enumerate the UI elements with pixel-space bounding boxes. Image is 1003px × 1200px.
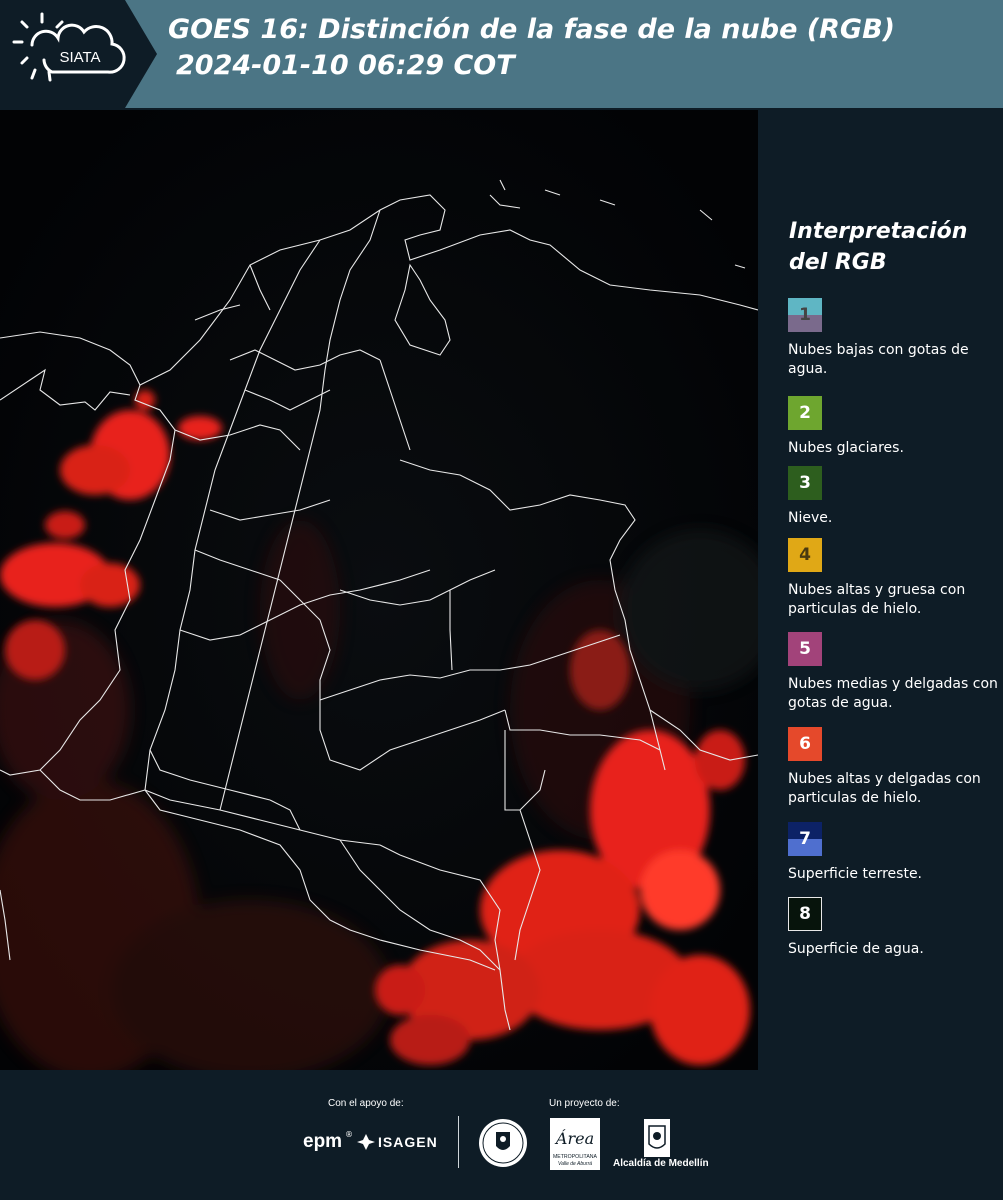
legend-item-7: 7 Superficie terreste. (788, 822, 998, 884)
legend-item-2: 2 Nubes glaciares. (788, 396, 998, 458)
legend-item-8: 8 Superficie de agua. (788, 897, 998, 959)
legend-panel: Interpretación del RGB 1 Nubes bajas con … (760, 110, 1003, 1070)
legend-label: Nieve. (788, 510, 833, 526)
legend-label: Nubes altas y gruesa con particulas de h… (788, 582, 966, 617)
legend-swatch: 2 (788, 396, 822, 430)
satellite-image (0, 110, 758, 1070)
legend-label: Nubes glaciares. (788, 440, 904, 456)
logo-text: SIATA (59, 49, 100, 66)
legend-swatch: 3 (788, 466, 822, 500)
legend-item-3: 3 Nieve. (788, 466, 998, 528)
registered-icon: ® (345, 1130, 353, 1139)
legend-swatch: 7 (788, 822, 822, 856)
legend-label: Nubes altas y delgadas con particulas de… (788, 771, 981, 806)
epm-logo: epm (303, 1131, 343, 1152)
alcaldia-shield-icon (644, 1119, 670, 1157)
legend-number: 1 (799, 305, 811, 325)
logo-tab: SIATA (0, 0, 157, 108)
legend-label: Superficie de agua. (788, 941, 924, 957)
legend-item-1: 1 Nubes bajas con gotas de agua. (788, 298, 998, 379)
legend-number: 2 (799, 403, 811, 423)
area-sub2: Valle de Aburrá (558, 1161, 592, 1167)
isagen-logo: ISAGEN (378, 1134, 438, 1150)
footer: Con el apoyo de: Un proyecto de: epm ® I… (0, 1070, 1003, 1200)
legend-label: Nubes medias y delgadas con gotas de agu… (788, 676, 998, 711)
title-line2: 2024-01-10 06:29 COT (176, 50, 515, 81)
seal-icon (479, 1119, 527, 1167)
legend-swatch: 1 (788, 298, 822, 332)
legend-swatch: 6 (788, 727, 822, 761)
legend-number: 3 (799, 473, 811, 493)
legend-swatch: 5 (788, 632, 822, 666)
legend-swatch: 4 (788, 538, 822, 572)
area-sub1: METROPOLITANA (553, 1154, 598, 1160)
legend-title: Interpretación del RGB (789, 216, 967, 278)
legend-item-6: 6 Nubes altas y delgadas con particulas d… (788, 727, 998, 808)
legend-item-4: 4 Nubes altas y gruesa con particulas de … (788, 538, 998, 619)
legend-label: Nubes bajas con gotas de agua. (788, 342, 969, 377)
page-title: GOES 16: Distinción de la fase de la nub… (168, 12, 895, 84)
legend-label: Superficie terreste. (788, 866, 923, 882)
legend-title-line1: Interpretación (789, 219, 968, 244)
area-metropolitana-logo: Área METROPOLITANA Valle de Aburrá (550, 1118, 600, 1170)
satellite-map (0, 110, 758, 1070)
project-label: Un proyecto de: (549, 1098, 620, 1109)
title-line1: GOES 16: Distinción de la fase de la nub… (168, 14, 895, 45)
legend-swatch: 8 (788, 897, 822, 931)
footer-divider (458, 1116, 459, 1168)
legend-number: 6 (799, 734, 811, 754)
legend-item-5: 5 Nubes medias y delgadas con gotas de ag… (788, 632, 998, 713)
legend-number: 4 (799, 545, 811, 565)
header-bar: SIATA GOES 16: Distinción de la fase de … (0, 0, 1003, 108)
support-label: Con el apoyo de: (328, 1098, 404, 1109)
area-script: Área (554, 1128, 594, 1148)
legend-number: 5 (799, 639, 811, 659)
legend-title-line2: del RGB (789, 250, 887, 275)
alcaldia-text: Alcaldía de Medellín (613, 1158, 709, 1169)
legend-number: 7 (799, 829, 811, 849)
legend-number: 8 (799, 904, 811, 924)
isagen-logo-icon (357, 1134, 375, 1150)
